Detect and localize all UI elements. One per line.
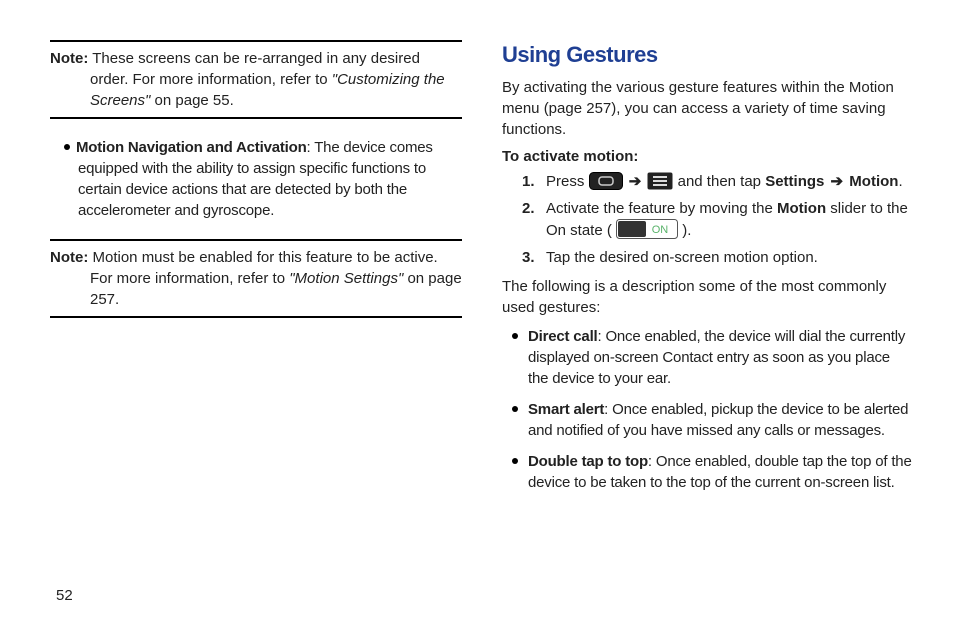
step-2-c: ). xyxy=(678,222,691,239)
feature-direct-call: Direct call: Once enabled, the device wi… xyxy=(512,326,914,389)
step-1-num: 1. xyxy=(522,171,535,192)
note-box-1: Note: These screens can be re-arranged i… xyxy=(50,40,462,119)
step-1-b: and then tap xyxy=(678,173,766,190)
step-3-num: 3. xyxy=(522,247,535,268)
page: Note: These screens can be re-arranged i… xyxy=(0,0,954,636)
feature-double-tap-title: Double tap to top xyxy=(528,453,648,470)
note-1-label: Note: xyxy=(50,50,88,67)
home-button-icon xyxy=(589,171,623,192)
activate-label: To activate motion: xyxy=(502,146,914,167)
bullet-icon xyxy=(64,144,70,150)
toggle-on-label: ON xyxy=(652,224,669,236)
motion-nav-bullet: Motion Navigation and Activation: The de… xyxy=(50,137,462,221)
feature-smart-alert: Smart alert: Once enabled, pickup the de… xyxy=(512,399,914,441)
motion-nav-title: Motion Navigation and Activation xyxy=(76,139,307,156)
mid-paragraph: The following is a description some of t… xyxy=(502,276,914,318)
note-box-2: Note: Motion must be enabled for this fe… xyxy=(50,239,462,318)
feature-direct-call-title: Direct call xyxy=(528,328,598,345)
right-column: Using Gestures By activating the various… xyxy=(502,40,914,606)
feature-list: Direct call: Once enabled, the device wi… xyxy=(502,326,914,493)
arrow-icon-1: ➔ xyxy=(627,173,644,190)
step-3-a: Tap the desired on-screen motion option. xyxy=(546,249,818,266)
step-2-num: 2. xyxy=(522,198,535,219)
left-column: Note: These screens can be re-arranged i… xyxy=(50,40,462,606)
note-2-text: Note: Motion must be enabled for this fe… xyxy=(50,247,462,310)
step-2: 2. Activate the feature by moving the Mo… xyxy=(546,198,914,241)
page-number: 52 xyxy=(56,587,73,604)
step-2-motion: Motion xyxy=(777,200,826,217)
step-1: 1. Press ➔ and t xyxy=(546,171,914,192)
feature-double-tap: Double tap to top: Once enabled, double … xyxy=(512,451,914,493)
step-2-a: Activate the feature by moving the xyxy=(546,200,777,217)
note-1-body-b: on page 55. xyxy=(150,92,233,109)
section-heading: Using Gestures xyxy=(502,40,914,71)
note-1-text: Note: These screens can be re-arranged i… xyxy=(50,48,462,111)
steps-list: 1. Press ➔ and t xyxy=(502,171,914,268)
note-2-label: Note: xyxy=(50,249,88,266)
step-1-settings: Settings xyxy=(765,173,824,190)
intro-paragraph: By activating the various gesture featur… xyxy=(502,77,914,140)
step-1-a: Press xyxy=(546,173,589,190)
menu-button-icon xyxy=(647,171,673,192)
feature-smart-alert-title: Smart alert xyxy=(528,401,604,418)
note-2-ref: "Motion Settings" xyxy=(289,270,403,287)
step-1-end: . xyxy=(898,173,902,190)
on-toggle-icon: ON xyxy=(616,219,678,241)
step-3: 3. Tap the desired on-screen motion opti… xyxy=(546,247,914,268)
step-1-motion: Motion xyxy=(849,173,898,190)
arrow-icon-2: ➔ xyxy=(829,173,846,190)
